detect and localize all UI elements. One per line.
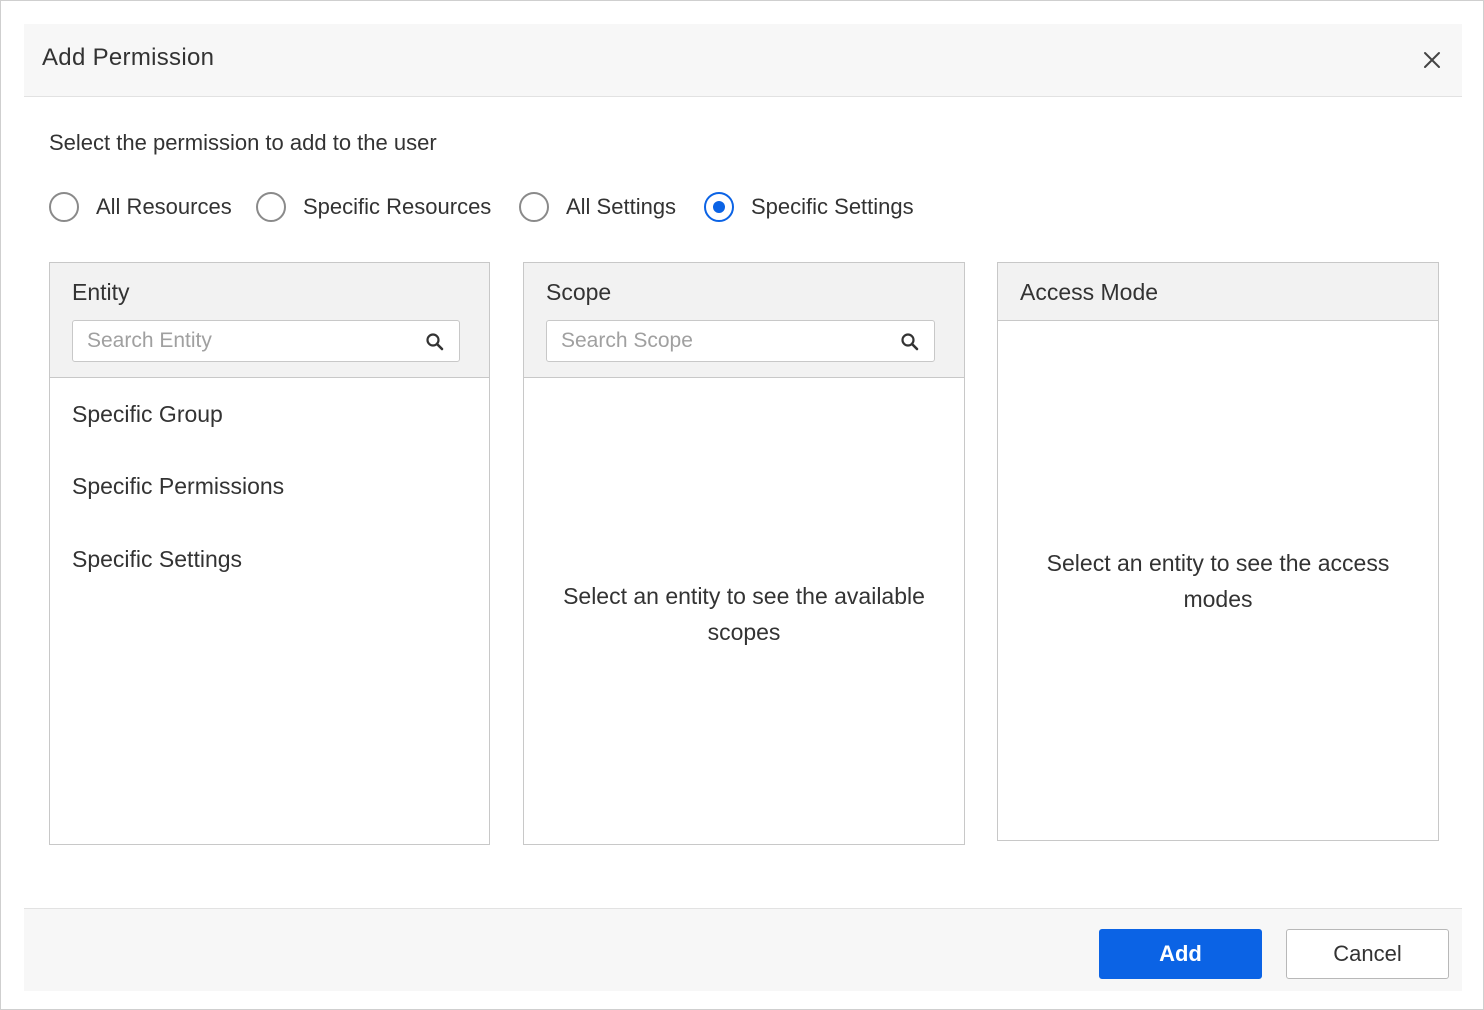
access-mode-panel-header: Access Mode: [998, 263, 1438, 321]
dialog-title: Add Permission: [42, 44, 215, 71]
cancel-button[interactable]: Cancel: [1286, 929, 1449, 979]
window-frame: Add Permission Select the permission to …: [0, 0, 1484, 1010]
radio-label: Specific Settings: [751, 194, 914, 219]
add-permission-dialog: Add Permission Select the permission to …: [24, 24, 1462, 991]
radio-all-settings[interactable]: All Settings: [519, 190, 676, 224]
radio-button-selected[interactable]: [704, 192, 734, 222]
radio-button[interactable]: [256, 192, 286, 222]
access-mode-empty-message: Select an entity to see the access modes: [998, 545, 1438, 617]
empty-message-line: Select an entity to see the available: [563, 583, 925, 609]
radio-label: All Settings: [566, 194, 677, 219]
empty-message-line: scopes: [707, 619, 781, 645]
radio-label: Specific Resources: [303, 194, 492, 219]
list-item[interactable]: Specific Permissions: [72, 473, 284, 500]
scope-search-input[interactable]: [561, 327, 881, 355]
entity-panel-header: Entity: [50, 263, 489, 378]
access-mode-panel-title: Access Mode: [1020, 279, 1159, 305]
empty-message-line: Select an entity to see the access: [1046, 550, 1390, 576]
dialog-footer: Add Cancel: [24, 908, 1462, 991]
scope-search-box: [546, 320, 935, 362]
access-mode-panel: Access Mode Select an entity to see the …: [997, 262, 1439, 841]
radio-all-resources[interactable]: All Resources: [49, 190, 232, 224]
empty-message-line: modes: [1183, 586, 1253, 612]
dialog-header: Add Permission: [24, 24, 1462, 97]
add-button[interactable]: Add: [1099, 929, 1262, 979]
scope-panel-header: Scope: [524, 263, 964, 378]
entity-search-input[interactable]: [87, 327, 407, 355]
instruction-text: Select the permission to add to the user: [49, 130, 437, 155]
radio-label: All Resources: [96, 194, 232, 219]
entity-panel: Entity Specific Group Specific Permissio…: [49, 262, 490, 845]
radio-specific-resources[interactable]: Specific Resources: [256, 190, 491, 224]
radio-specific-settings[interactable]: Specific Settings: [704, 190, 914, 224]
close-icon: [1424, 52, 1440, 68]
search-icon[interactable]: [900, 332, 920, 352]
scope-empty-message: Select an entity to see the available sc…: [524, 578, 964, 650]
list-item[interactable]: Specific Settings: [72, 546, 242, 573]
radio-button[interactable]: [519, 192, 549, 222]
entity-search-box: [72, 320, 460, 362]
entity-panel-title: Entity: [72, 279, 130, 305]
list-item[interactable]: Specific Group: [72, 401, 223, 428]
close-button[interactable]: [1420, 48, 1444, 72]
radio-button[interactable]: [49, 192, 79, 222]
scope-panel-title: Scope: [546, 279, 612, 305]
scope-panel: Scope Select an entity to see the availa…: [523, 262, 965, 845]
search-icon[interactable]: [425, 332, 445, 352]
